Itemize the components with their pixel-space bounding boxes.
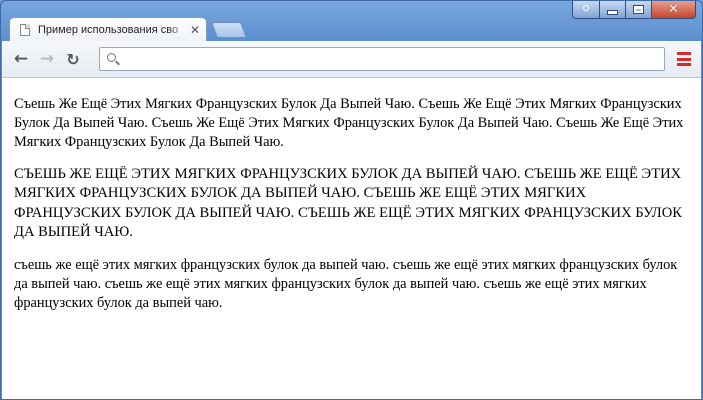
paragraph-lowercase: съешь же ещё этих мягких французских бул… — [14, 256, 678, 311]
address-input[interactable] — [124, 50, 658, 70]
browser-window: ✕ Пример использования сво ✕ ← → ↻ Съешь… — [0, 0, 703, 400]
page-viewport: Съешь Же Ещё Этих Мягких Французских Бул… — [2, 78, 701, 399]
window-controls: ✕ — [572, 1, 696, 19]
close-icon: ✕ — [668, 2, 679, 17]
browser-toolbar: ← → ↻ — [2, 41, 701, 78]
reload-icon[interactable]: ↻ — [62, 49, 84, 69]
tab-title: Пример использования сво — [38, 24, 179, 36]
forward-arrow-icon[interactable]: → — [36, 49, 58, 69]
tab-close-icon[interactable]: ✕ — [190, 23, 200, 37]
maximize-icon — [633, 5, 644, 14]
profile-icon — [582, 5, 590, 15]
search-icon — [107, 53, 116, 62]
paragraph-capitalized: Съешь Же Ещё Этих Мягких Французских Бул… — [14, 96, 684, 150]
minimize-button[interactable] — [600, 1, 626, 19]
address-bar[interactable] — [99, 47, 665, 71]
document-icon — [20, 24, 30, 36]
minimize-icon — [607, 10, 618, 15]
paragraph-uppercase: СЪЕШЬ ЖЕ ЕЩЁ ЭТИХ МЯГКИХ ФРАНЦУЗСКИХ БУЛ… — [14, 166, 682, 241]
close-window-button[interactable]: ✕ — [652, 1, 696, 19]
back-arrow-icon[interactable]: ← — [10, 49, 32, 69]
tab-active[interactable]: Пример использования сво ✕ — [9, 17, 207, 42]
page-content: Съешь Же Ещё Этих Мягких Французских Бул… — [2, 78, 701, 313]
maximize-button[interactable] — [626, 1, 652, 19]
profile-button[interactable] — [572, 1, 600, 19]
menu-icon[interactable] — [677, 52, 691, 66]
new-tab-button[interactable] — [211, 22, 247, 38]
